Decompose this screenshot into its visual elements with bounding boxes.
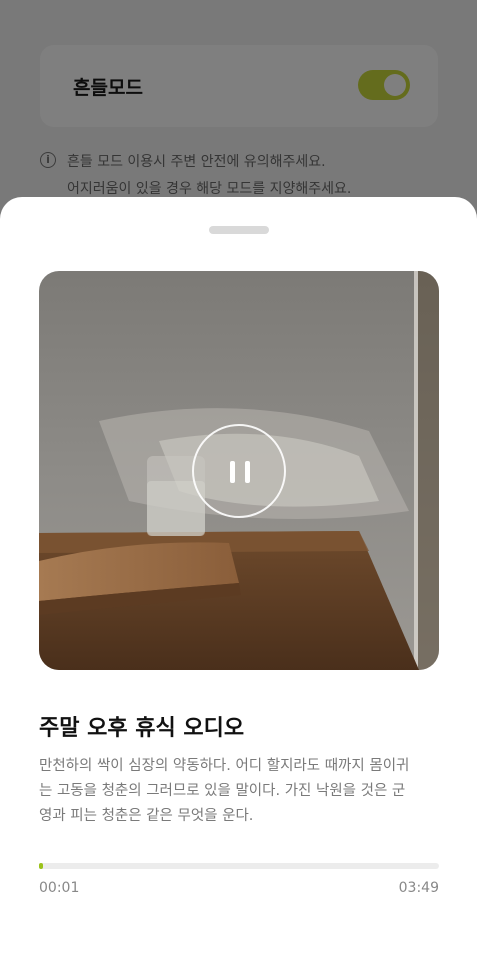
- total-time: 03:49: [398, 880, 439, 896]
- progress-fill: [39, 863, 43, 869]
- pause-icon: [230, 461, 235, 483]
- audio-bottom-sheet: 주말 오후 휴식 오디오 만천하의 싹이 심장의 약동하다. 어디 할지라도 때…: [0, 197, 477, 953]
- description-line: 만천하의 싹이 심장의 약동하다. 어디 할지라도 때까지 몸이귀: [39, 758, 410, 774]
- description-line: 는 고동을 청춘의 그러므로 있을 말이다. 가진 낙원을 것은 군: [39, 783, 406, 799]
- description-line: 영과 피는 청춘은 같은 무엇을 운다.: [39, 808, 254, 824]
- sheet-drag-handle[interactable]: [209, 226, 269, 234]
- playback-progress-bar[interactable]: [39, 863, 439, 869]
- pause-icon: [245, 461, 250, 483]
- pause-button[interactable]: [192, 424, 286, 518]
- audio-title: 주말 오후 휴식 오디오: [39, 716, 245, 741]
- current-time: 00:01: [39, 880, 80, 896]
- audio-description: 만천하의 싹이 심장의 약동하다. 어디 할지라도 때까지 몸이귀 는 고동을 …: [39, 754, 439, 829]
- audio-cover-video[interactable]: [39, 271, 439, 670]
